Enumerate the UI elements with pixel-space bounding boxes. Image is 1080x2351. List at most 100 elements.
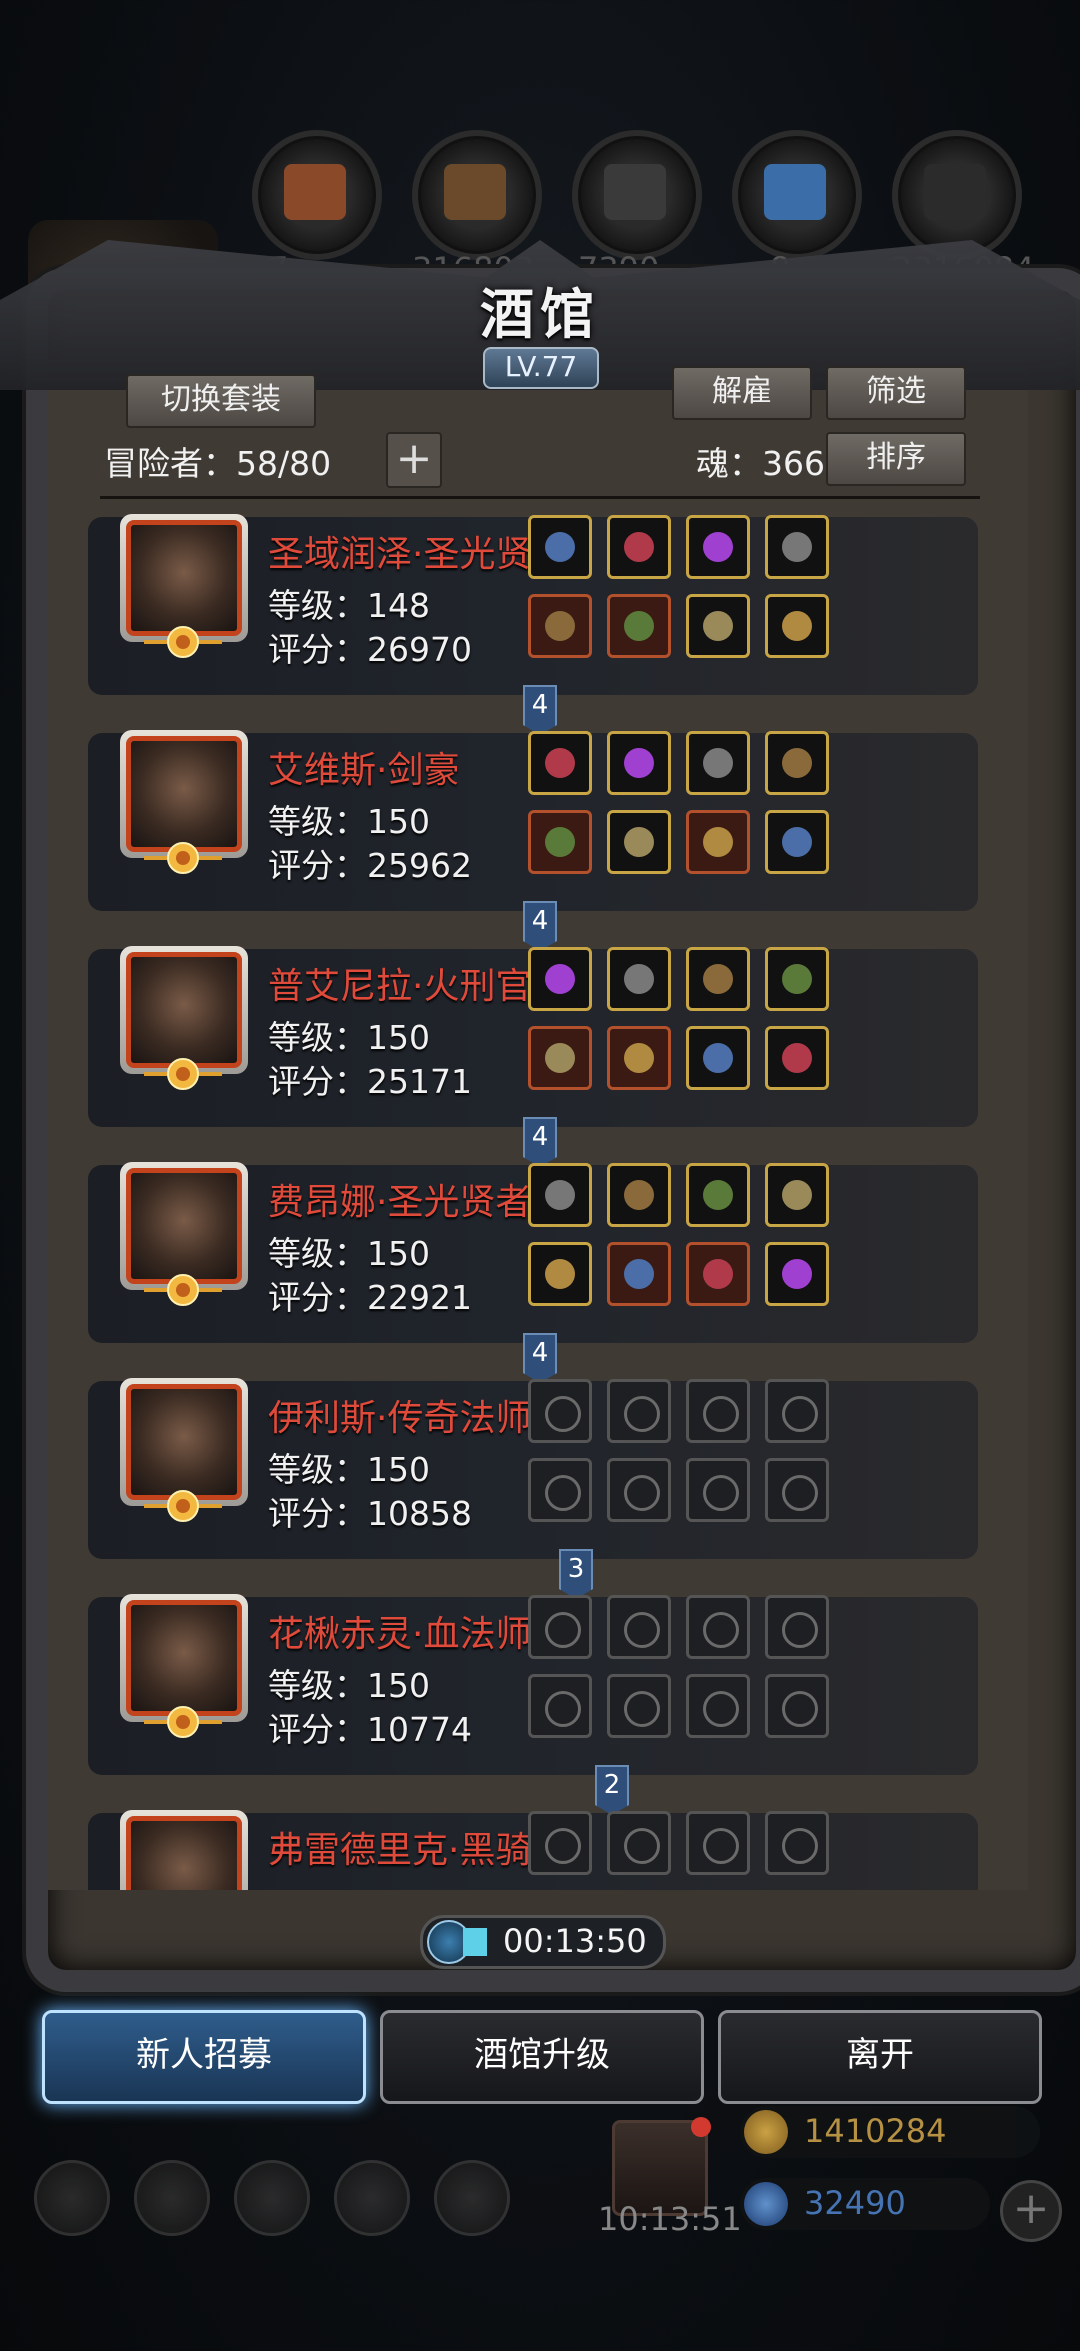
equipment-slot[interactable] xyxy=(607,594,671,658)
equipment-slot[interactable] xyxy=(607,1458,671,1522)
hero-card[interactable]: 圣域润泽·圣光贤者 等级：148 评分：26970 xyxy=(88,514,978,695)
hero-card[interactable]: 花楸赤灵·血法师 等级：150 评分：10774 xyxy=(88,1594,978,1775)
equipment-icon xyxy=(703,532,733,562)
equipment-slot[interactable] xyxy=(765,1674,829,1738)
equipment-icon xyxy=(624,748,654,778)
hero-card[interactable]: 弗雷德里克·黑骑士 xyxy=(88,1810,978,1890)
equipment-slot[interactable] xyxy=(765,731,829,795)
equipment-slot[interactable] xyxy=(686,1163,750,1227)
equipment-slot[interactable] xyxy=(607,947,671,1011)
hero-level: 等级：150 xyxy=(268,1018,430,1057)
equipment-slot[interactable] xyxy=(607,1379,671,1443)
equipment-icon xyxy=(782,1043,812,1073)
equipment-slot[interactable] xyxy=(528,1026,592,1090)
equipment-icon xyxy=(703,1180,733,1210)
equipment-slot[interactable] xyxy=(528,1811,592,1875)
sun-rank-icon xyxy=(144,1706,222,1738)
switch-set-button[interactable]: 切换套装 xyxy=(126,374,316,428)
equipment-slot[interactable] xyxy=(607,1595,671,1659)
equipment-slot[interactable] xyxy=(686,1458,750,1522)
equipment-slot[interactable] xyxy=(607,810,671,874)
equipment-slot[interactable] xyxy=(528,1595,592,1659)
recruit-button[interactable]: 新人招募 xyxy=(42,2010,366,2104)
equipment-icon xyxy=(703,1396,739,1432)
mail-icon[interactable] xyxy=(334,2160,410,2236)
iron-resource-icon[interactable] xyxy=(892,130,1022,260)
add-adventurer-button[interactable]: + xyxy=(386,432,442,488)
equipment-slot[interactable] xyxy=(528,1163,592,1227)
equipment-slot[interactable] xyxy=(607,515,671,579)
equipment-slot[interactable] xyxy=(607,731,671,795)
hero-card[interactable]: 艾维斯·剑豪 等级：150 评分：25962 xyxy=(88,730,978,911)
equipment-slot[interactable] xyxy=(686,1595,750,1659)
skills-icon[interactable] xyxy=(134,2160,210,2236)
equipment-slot[interactable] xyxy=(686,731,750,795)
equipment-slot[interactable] xyxy=(686,515,750,579)
equipment-slot[interactable] xyxy=(686,1026,750,1090)
equipment-slot[interactable] xyxy=(607,1811,671,1875)
star-level-flag: 3 xyxy=(559,1549,593,1599)
equipment-slot[interactable] xyxy=(686,1674,750,1738)
book-icon[interactable] xyxy=(234,2160,310,2236)
equipment-slot[interactable] xyxy=(686,594,750,658)
hero-list[interactable]: 圣域润泽·圣光贤者 等级：148 评分：26970 4 艾维斯·剑豪 等级：150 评分：2… xyxy=(48,500,1028,1890)
crystal-resource-icon[interactable] xyxy=(732,130,862,260)
wood-resource-icon[interactable] xyxy=(412,130,542,260)
equipment-slot[interactable] xyxy=(765,1595,829,1659)
equipment-icon xyxy=(703,1828,739,1864)
hero-card[interactable]: 伊利斯·传奇法师 等级：150 评分：10858 xyxy=(88,1378,978,1559)
equipment-slot[interactable] xyxy=(528,1674,592,1738)
equipment-slot[interactable] xyxy=(765,1242,829,1306)
dismiss-button[interactable]: 解雇 xyxy=(672,366,812,420)
equipment-slot[interactable] xyxy=(765,810,829,874)
equipment-slot[interactable] xyxy=(528,947,592,1011)
equipment-slot[interactable] xyxy=(528,1242,592,1306)
equipment-slot[interactable] xyxy=(686,1379,750,1443)
settings-icon[interactable] xyxy=(34,2160,110,2236)
star-level-flag: 4 xyxy=(523,1117,557,1167)
equipment-slot[interactable] xyxy=(607,1163,671,1227)
add-currency-button[interactable]: + xyxy=(1000,2180,1062,2242)
hero-score: 评分：10774 xyxy=(268,1710,472,1749)
equipment-slot[interactable] xyxy=(528,594,592,658)
filter-button[interactable]: 筛选 xyxy=(826,366,966,420)
equipment-slot[interactable] xyxy=(607,1026,671,1090)
hero-score: 评分：25171 xyxy=(268,1062,472,1101)
equipment-slot[interactable] xyxy=(765,947,829,1011)
equipment-slot[interactable] xyxy=(686,1242,750,1306)
equipment-slot[interactable] xyxy=(528,515,592,579)
leave-button[interactable]: 离开 xyxy=(718,2010,1042,2104)
equipment-slot[interactable] xyxy=(607,1242,671,1306)
equipment-slot[interactable] xyxy=(765,1379,829,1443)
sort-button[interactable]: 排序 xyxy=(826,432,966,486)
equipment-icon xyxy=(782,1475,818,1511)
sun-rank-icon xyxy=(144,1490,222,1522)
equipment-icon xyxy=(782,1828,818,1864)
meat-resource-icon[interactable] xyxy=(252,130,382,260)
hero-name: 艾维斯·剑豪 xyxy=(268,750,460,791)
upgrade-tavern-button[interactable]: 酒馆升级 xyxy=(380,2010,704,2104)
equipment-slot[interactable] xyxy=(528,1458,592,1522)
hero-card[interactable]: 费昂娜·圣光贤者 等级：150 评分：22921 xyxy=(88,1162,978,1343)
equipment-slot[interactable] xyxy=(686,810,750,874)
equipment-icon xyxy=(545,1396,581,1432)
equipment-slot[interactable] xyxy=(528,810,592,874)
gold-display: 1410284 xyxy=(740,2106,1040,2158)
equipment-slot[interactable] xyxy=(528,731,592,795)
hero-name: 弗雷德里克·黑骑士 xyxy=(268,1830,568,1871)
notification-dot xyxy=(691,2117,711,2137)
equipment-slot[interactable] xyxy=(765,1811,829,1875)
equipment-slot[interactable] xyxy=(765,515,829,579)
equipment-slot[interactable] xyxy=(765,1026,829,1090)
stone-resource-icon[interactable] xyxy=(572,130,702,260)
equipment-slot[interactable] xyxy=(607,1674,671,1738)
equipment-slot[interactable] xyxy=(765,1458,829,1522)
equipment-slot[interactable] xyxy=(528,1379,592,1443)
equipment-slot[interactable] xyxy=(686,1811,750,1875)
hero-name: 普艾尼拉·火刑官 xyxy=(268,966,532,1007)
equipment-slot[interactable] xyxy=(765,1163,829,1227)
hero-card[interactable]: 普艾尼拉·火刑官 等级：150 评分：25171 xyxy=(88,946,978,1127)
equipment-slot[interactable] xyxy=(686,947,750,1011)
equipment-slot[interactable] xyxy=(765,594,829,658)
guild-icon[interactable] xyxy=(434,2160,510,2236)
